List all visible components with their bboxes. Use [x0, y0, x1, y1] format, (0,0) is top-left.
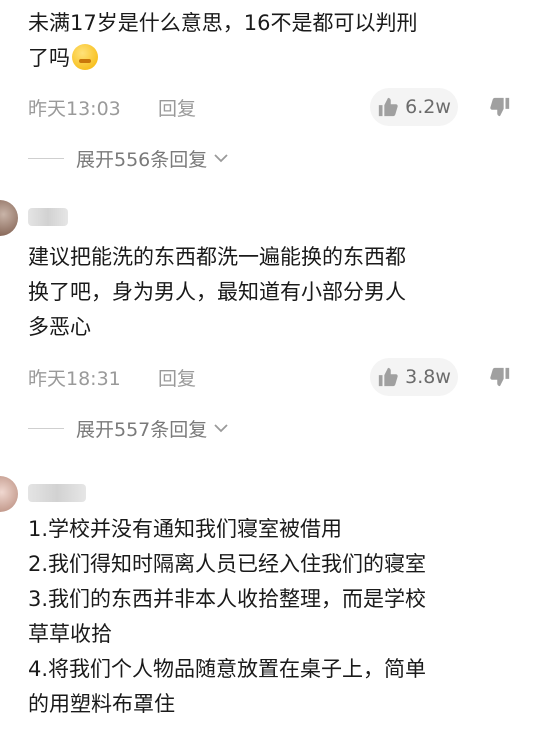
comment-line: 1.学校并没有通知我们寝室被借用: [28, 517, 343, 541]
comment-line: 多恶心: [28, 315, 91, 339]
comment-line: 4.将我们个人物品随意放置在桌子上，简单: [28, 657, 427, 681]
comment-2-text: 建议把能洗的东西都洗一遍能换的东西都 换了吧，身为男人，最知道有小部分男人 多恶…: [28, 240, 528, 345]
divider-line: [28, 427, 64, 429]
chevron-down-icon: [214, 154, 228, 163]
reply-button[interactable]: 回复: [158, 364, 196, 391]
timestamp: 昨天18:31: [28, 367, 121, 390]
comment-2-meta: 昨天18:31 回复: [28, 362, 196, 392]
expand-label: 展开556条回复: [76, 148, 208, 171]
avatar[interactable]: [0, 200, 18, 236]
dislike-button[interactable]: [478, 88, 522, 126]
divider-line: [28, 157, 64, 159]
expand-replies-button[interactable]: 展开556条回复: [28, 143, 229, 173]
dislike-button[interactable]: [478, 358, 522, 396]
comment-line: 草草收拾: [28, 622, 112, 646]
thumbs-down-icon: [490, 97, 510, 117]
thumbs-up-icon: [378, 367, 398, 387]
comment-line: 建议把能洗的东西都洗一遍能换的东西都: [28, 245, 406, 269]
chevron-down-icon: [214, 424, 228, 433]
comment-line: 换了吧，身为男人，最知道有小部分男人: [28, 280, 406, 304]
expand-label: 展开557条回复: [76, 418, 208, 441]
expand-replies-button[interactable]: 展开557条回复: [28, 413, 229, 443]
comment-line: 3.我们的东西并非本人收拾整理，而是学校: [28, 587, 427, 611]
username-blurred[interactable]: [28, 208, 68, 226]
shush-face-emoji-icon: [72, 44, 98, 70]
comment-1-text: 未满17岁是什么意思，16不是都可以判刑 了吗: [28, 6, 528, 76]
timestamp: 昨天13:03: [28, 97, 121, 120]
comment-line: 2.我们得知时隔离人员已经入住我们的寝室: [28, 552, 427, 576]
comment-3-text: 1.学校并没有通知我们寝室被借用 2.我们得知时隔离人员已经入住我们的寝室 3.…: [28, 512, 528, 722]
like-button[interactable]: 3.8w: [370, 358, 458, 396]
comment-line: 的用塑料布罩住: [28, 692, 175, 716]
like-count: 3.8w: [405, 366, 451, 388]
comment-line: 未满17岁是什么意思，16不是都可以判刑: [28, 11, 418, 35]
comment-line: 了吗: [28, 41, 528, 76]
avatar[interactable]: [0, 476, 18, 512]
reply-button[interactable]: 回复: [158, 94, 196, 121]
thumbs-down-icon: [490, 367, 510, 387]
username-blurred[interactable]: [28, 484, 86, 502]
like-button[interactable]: 6.2w: [370, 88, 458, 126]
like-count: 6.2w: [405, 96, 451, 118]
thumbs-up-icon: [378, 97, 398, 117]
comment-1-meta: 昨天13:03 回复: [28, 92, 196, 122]
